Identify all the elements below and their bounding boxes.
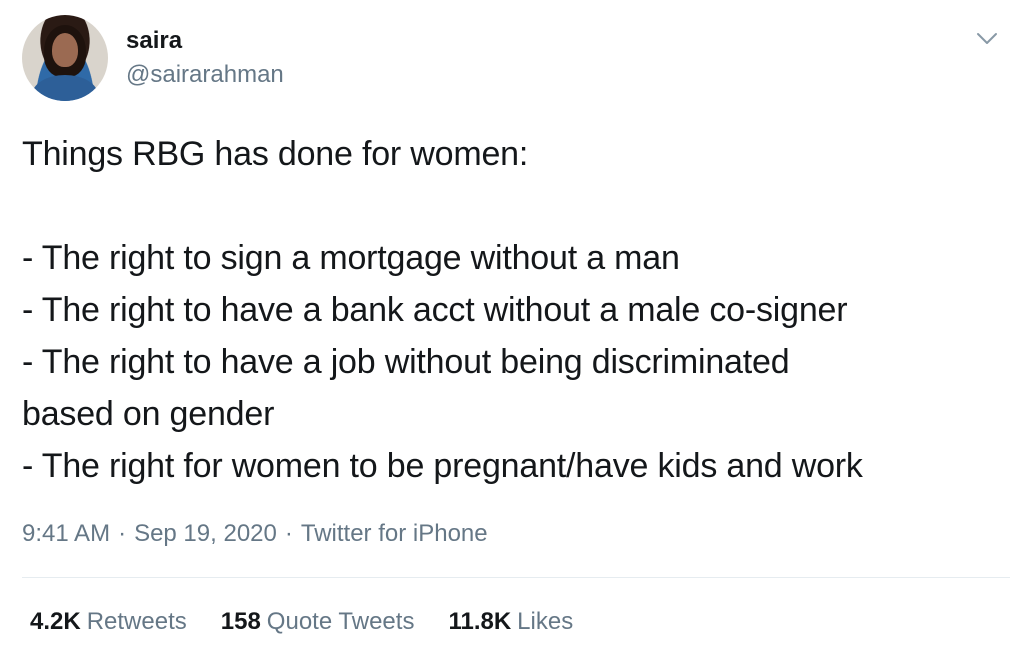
tweet-stats: 4.2K Retweets 158 Quote Tweets 11.8K Likes	[30, 605, 573, 639]
avatar-face	[52, 33, 78, 67]
divider	[22, 577, 1010, 578]
retweets-stat[interactable]: 4.2K Retweets	[30, 605, 187, 639]
tweet-card: saira @sairarahman Things RBG has done f…	[0, 0, 1024, 654]
chevron-down-icon[interactable]	[972, 24, 1002, 54]
quotes-label: Quote Tweets	[266, 608, 415, 635]
avatar-shirt	[32, 75, 98, 101]
chevron-down-svg	[977, 33, 997, 44]
likes-count: 11.8K	[448, 608, 512, 635]
meta-separator: ·	[118, 520, 127, 547]
avatar[interactable]	[22, 15, 108, 101]
tweet-time[interactable]: 9:41 AM	[22, 517, 110, 551]
display-name[interactable]: saira	[126, 26, 284, 56]
likes-label: Likes	[517, 608, 574, 635]
tweet-date[interactable]: Sep 19, 2020	[134, 517, 277, 551]
likes-stat[interactable]: 11.8K Likes	[448, 605, 573, 639]
user-names: saira @sairarahman	[126, 26, 284, 90]
user-handle[interactable]: @sairarahman	[126, 60, 284, 90]
quotes-count: 158	[220, 608, 261, 635]
tweet-text: Things RBG has done for women: - The rig…	[22, 135, 863, 485]
retweets-label: Retweets	[86, 608, 187, 635]
retweets-count: 4.2K	[30, 608, 81, 635]
quote-tweets-stat[interactable]: 158 Quote Tweets	[221, 605, 415, 639]
tweet-header: saira @sairarahman	[22, 14, 1002, 102]
meta-separator: ·	[284, 520, 293, 547]
tweet-source[interactable]: Twitter for iPhone	[301, 517, 488, 551]
tweet-meta: 9:41 AM · Sep 19, 2020 · Twitter for iPh…	[22, 517, 488, 551]
